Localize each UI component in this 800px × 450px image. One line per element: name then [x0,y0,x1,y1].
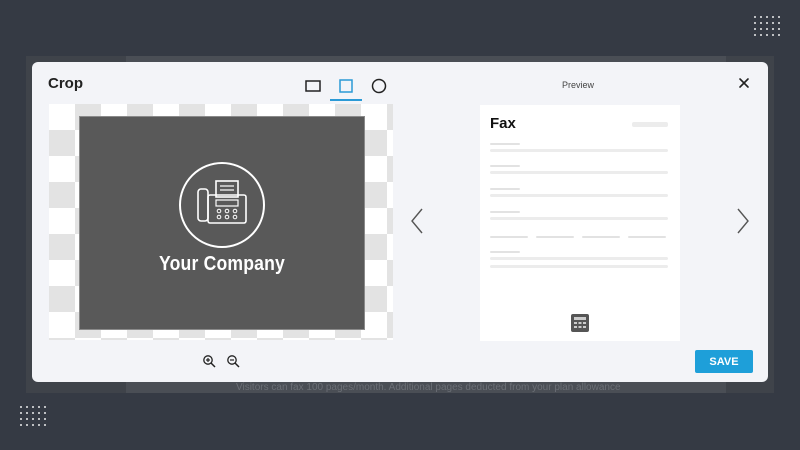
preview-doc-title: Fax [490,115,516,132]
square-shape-button[interactable] [330,74,362,101]
previous-arrow-icon[interactable] [410,208,424,234]
save-button[interactable]: SAVE [695,350,753,373]
preview-blurred-text [628,236,666,238]
preview-blurred-text [490,165,520,167]
rectangle-icon [305,80,321,92]
preview-document: Fax [480,105,680,341]
crop-canvas[interactable]: Your Company [49,104,393,340]
preview-logo-icon [571,314,589,332]
zoom-controls [202,354,240,368]
circle-icon [371,78,387,94]
preview-blurred-text [490,265,668,268]
preview-blurred-text [490,217,668,220]
preview-blurred-text [632,122,668,127]
decorative-dot-grid [18,404,48,428]
crop-image[interactable]: Your Company [79,116,365,330]
preview-blurred-text [582,236,620,238]
preview-blurred-text [490,194,668,197]
crop-modal: Crop Your Company Preview Fax SAVE [32,62,768,382]
background-footer-text: Visitors can fax 100 pages/month. Additi… [236,382,621,393]
close-button[interactable] [736,75,752,91]
modal-title: Crop [48,75,83,92]
close-icon [739,78,749,88]
preview-blurred-text [490,257,668,260]
square-icon [339,79,353,93]
preview-label: Preview [562,80,595,90]
preview-blurred-text [490,149,668,152]
rectangle-shape-button[interactable] [297,74,329,98]
preview-blurred-text [490,236,528,238]
preview-blurred-text [536,236,574,238]
preview-blurred-text [490,171,668,174]
preview-blurred-text [490,188,520,190]
preview-blurred-text [490,251,520,253]
fax-machine-icon [179,162,265,248]
company-name-text: Your Company [159,253,285,275]
decorative-dot-grid [752,14,782,38]
preview-blurred-text [490,211,520,213]
circle-shape-button[interactable] [363,74,395,98]
crop-shape-selector [297,74,396,101]
preview-blurred-text [490,143,520,145]
zoom-out-icon[interactable] [226,354,240,368]
next-arrow-icon[interactable] [736,208,750,234]
zoom-in-icon[interactable] [202,354,216,368]
